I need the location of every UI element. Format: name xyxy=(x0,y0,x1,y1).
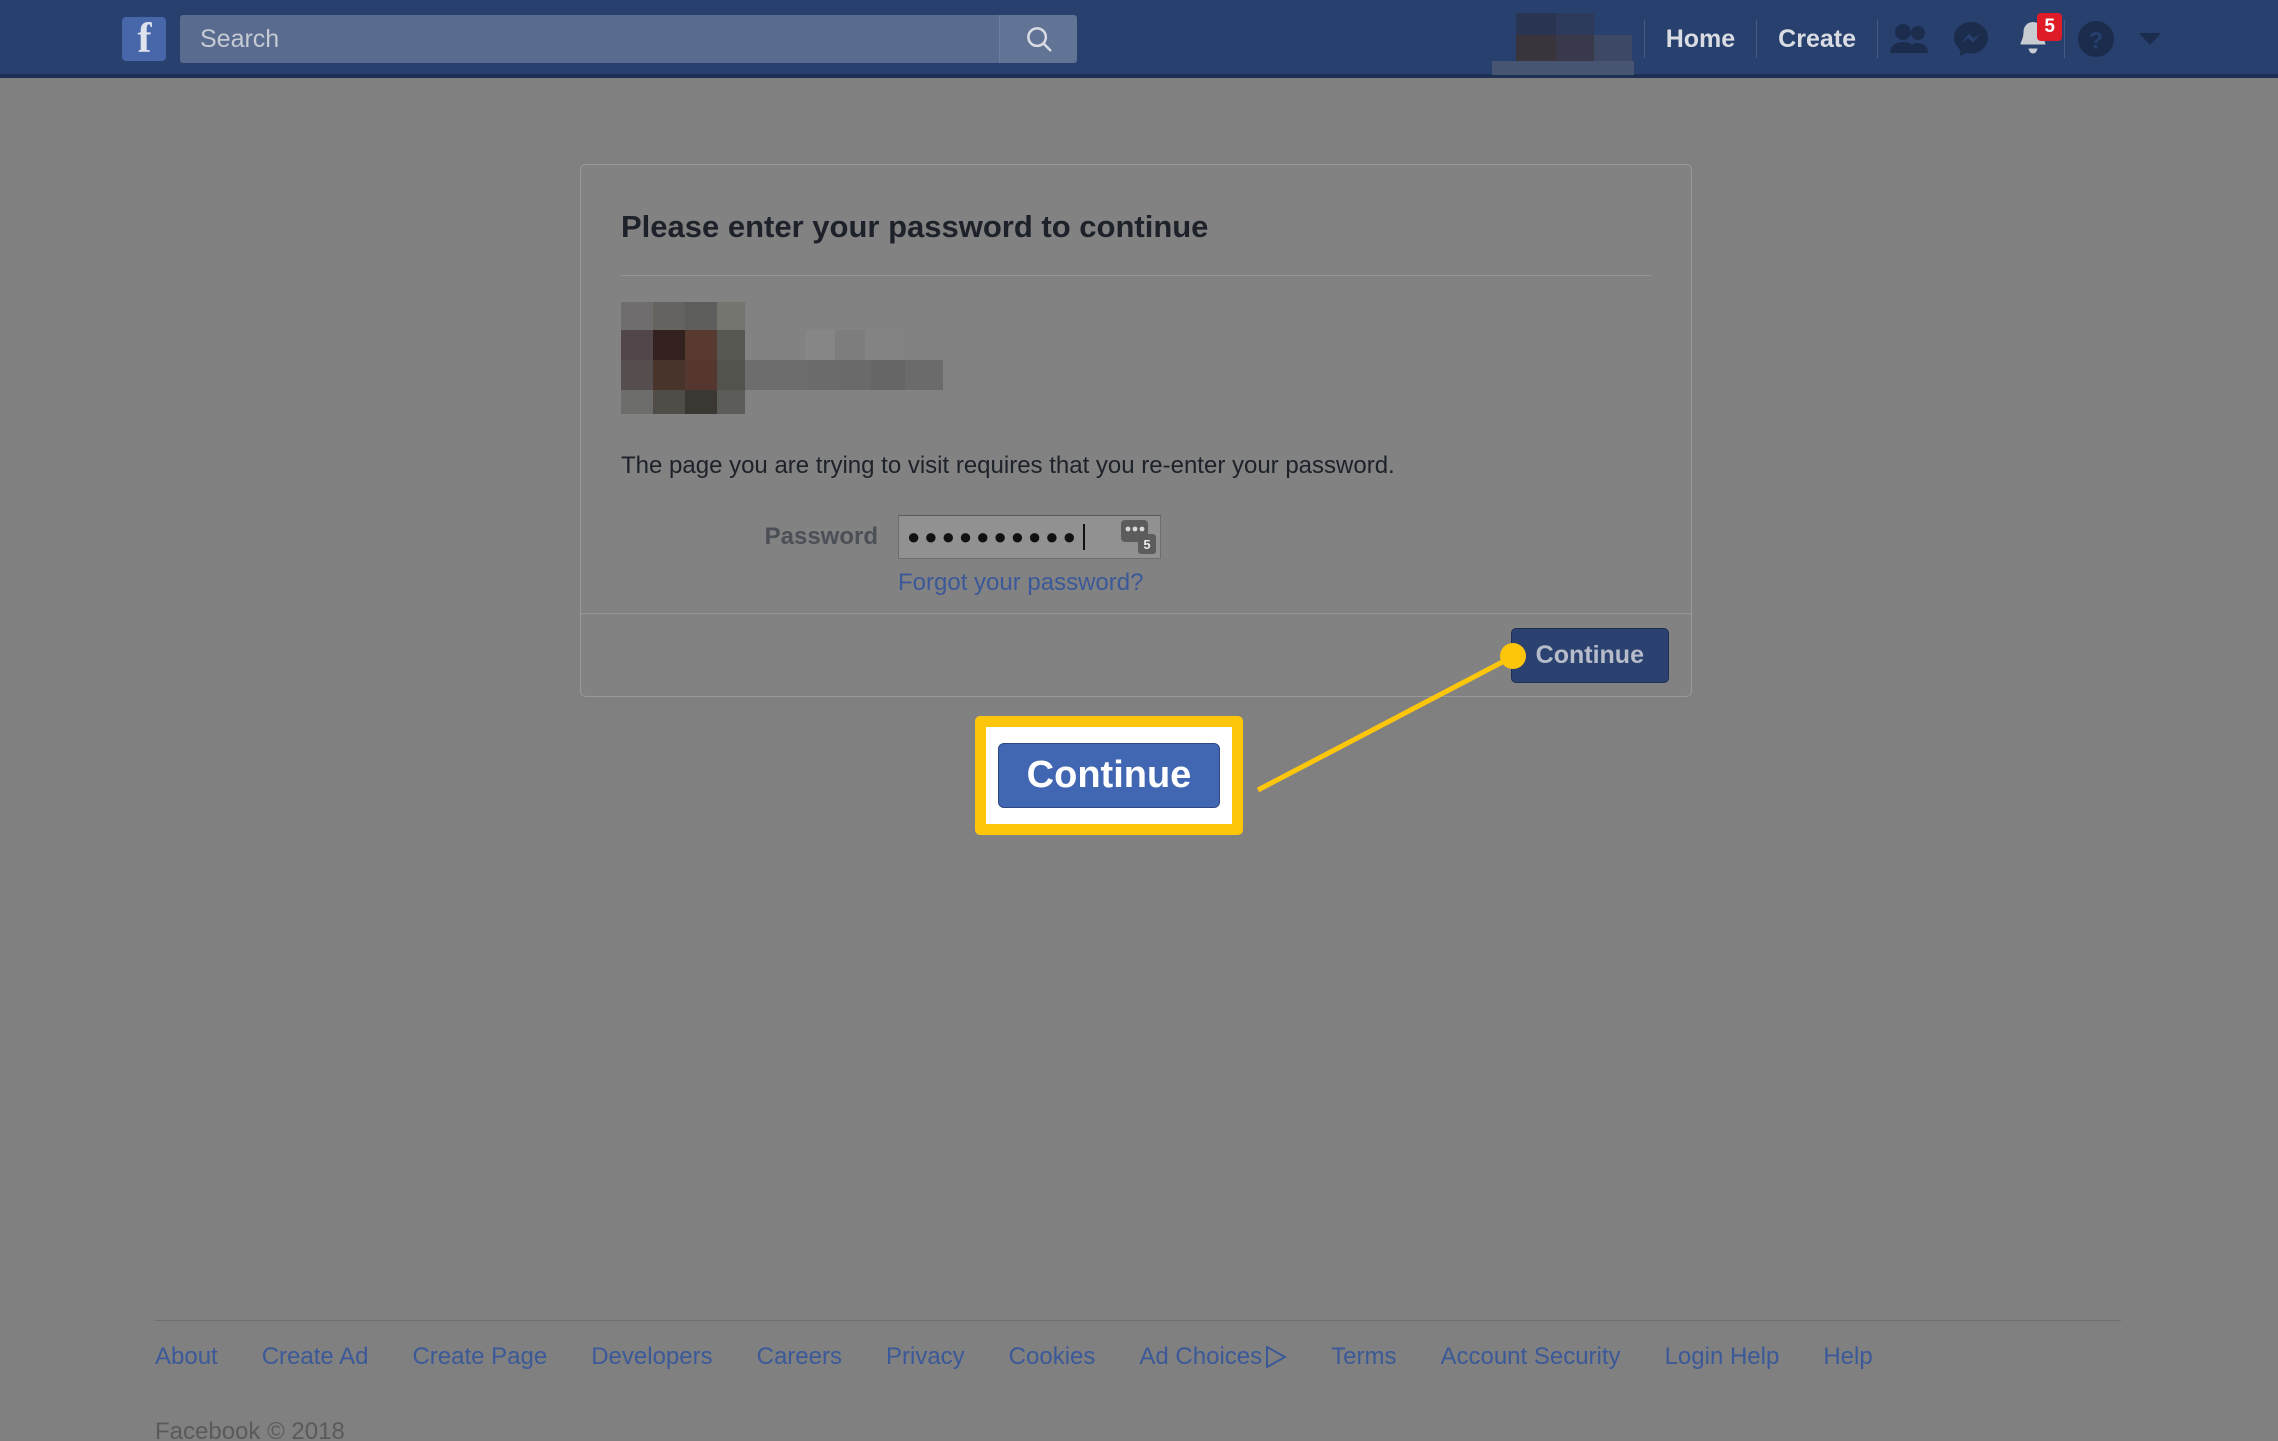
footer-links: About Create Ad Create Page Developers C… xyxy=(155,1343,2125,1371)
footer-link-developers[interactable]: Developers xyxy=(591,1343,712,1371)
top-navigation-bar: f Home Create xyxy=(0,0,2278,78)
footer-link-create-page[interactable]: Create Page xyxy=(412,1343,547,1371)
nav-right-group: Home Create 5 ? xyxy=(1478,0,2173,78)
text-cursor xyxy=(1082,524,1085,550)
help-button[interactable]: ? xyxy=(2065,8,2127,70)
password-row: Password ●●●●●●●●●● 5 xyxy=(621,515,1651,559)
password-manager-icon[interactable]: 5 xyxy=(1120,517,1158,557)
password-dialog-card: Please enter your password to continue T… xyxy=(580,164,1692,697)
footer-link-create-ad[interactable]: Create Ad xyxy=(262,1343,369,1371)
profile-name-redacted[interactable] xyxy=(1478,9,1634,75)
dialog-body: Please enter your password to continue T… xyxy=(581,165,1691,613)
chevron-down-icon xyxy=(2139,33,2161,45)
footer-link-about[interactable]: About xyxy=(155,1343,218,1371)
friend-requests-button[interactable] xyxy=(1878,8,1940,70)
nav-link-create[interactable]: Create xyxy=(1757,25,1877,54)
footer-link-login-help[interactable]: Login Help xyxy=(1665,1343,1780,1371)
footer-link-account-security[interactable]: Account Security xyxy=(1440,1343,1620,1371)
footer-divider xyxy=(155,1320,2121,1321)
magnified-continue-button[interactable]: Continue xyxy=(997,743,1221,808)
footer-link-privacy[interactable]: Privacy xyxy=(886,1343,965,1371)
account-menu-button[interactable] xyxy=(2127,16,2173,62)
ad-choices-icon xyxy=(1265,1346,1288,1368)
footer-link-ad-choices-label: Ad Choices xyxy=(1139,1343,1263,1370)
forgot-password-link[interactable]: Forgot your password? xyxy=(898,569,1143,597)
forgot-password-row: Forgot your password? xyxy=(621,569,1651,597)
messenger-button[interactable] xyxy=(1940,8,2002,70)
notifications-button[interactable]: 5 xyxy=(2002,8,2064,70)
footer-link-terms[interactable]: Terms xyxy=(1331,1343,1396,1371)
facebook-logo-letter: f xyxy=(137,17,152,61)
footer-link-careers[interactable]: Careers xyxy=(757,1343,842,1371)
avatar-redacted xyxy=(621,302,943,414)
search-bar[interactable] xyxy=(180,15,1077,63)
password-manager-count: 5 xyxy=(1143,537,1150,552)
search-button[interactable] xyxy=(999,15,1077,63)
dialog-title: Please enter your password to continue xyxy=(621,209,1651,276)
search-icon xyxy=(1026,27,1051,52)
password-value: ●●●●●●●●●● xyxy=(907,524,1080,549)
footer-link-help[interactable]: Help xyxy=(1823,1343,1872,1371)
copyright-text: Facebook © 2018 xyxy=(155,1418,345,1441)
page-footer: About Create Ad Create Page Developers C… xyxy=(155,1320,2125,1371)
question-icon: ? xyxy=(2078,21,2114,57)
footer-link-cookies[interactable]: Cookies xyxy=(1009,1343,1096,1371)
footer-link-ad-choices[interactable]: Ad Choices xyxy=(1139,1343,1288,1371)
search-input[interactable] xyxy=(180,24,999,54)
redaction-block xyxy=(1491,61,1634,75)
notification-badge: 5 xyxy=(2037,13,2062,41)
friend-requests-icon xyxy=(1890,24,1928,53)
password-label: Password xyxy=(764,523,878,550)
svg-text:?: ? xyxy=(2089,27,2103,53)
password-manager-glyph: 5 xyxy=(1121,520,1156,554)
magnified-continue-callout: Continue xyxy=(975,716,1243,835)
nav-link-home[interactable]: Home xyxy=(1645,25,1756,54)
messenger-icon xyxy=(1954,22,1988,56)
continue-button[interactable]: Continue xyxy=(1510,628,1669,683)
dialog-footer: Continue xyxy=(581,613,1691,697)
password-input[interactable]: ●●●●●●●●●● 5 xyxy=(898,515,1161,559)
dialog-notice-text: The page you are trying to visit require… xyxy=(621,452,1395,479)
facebook-logo[interactable]: f xyxy=(122,17,166,61)
